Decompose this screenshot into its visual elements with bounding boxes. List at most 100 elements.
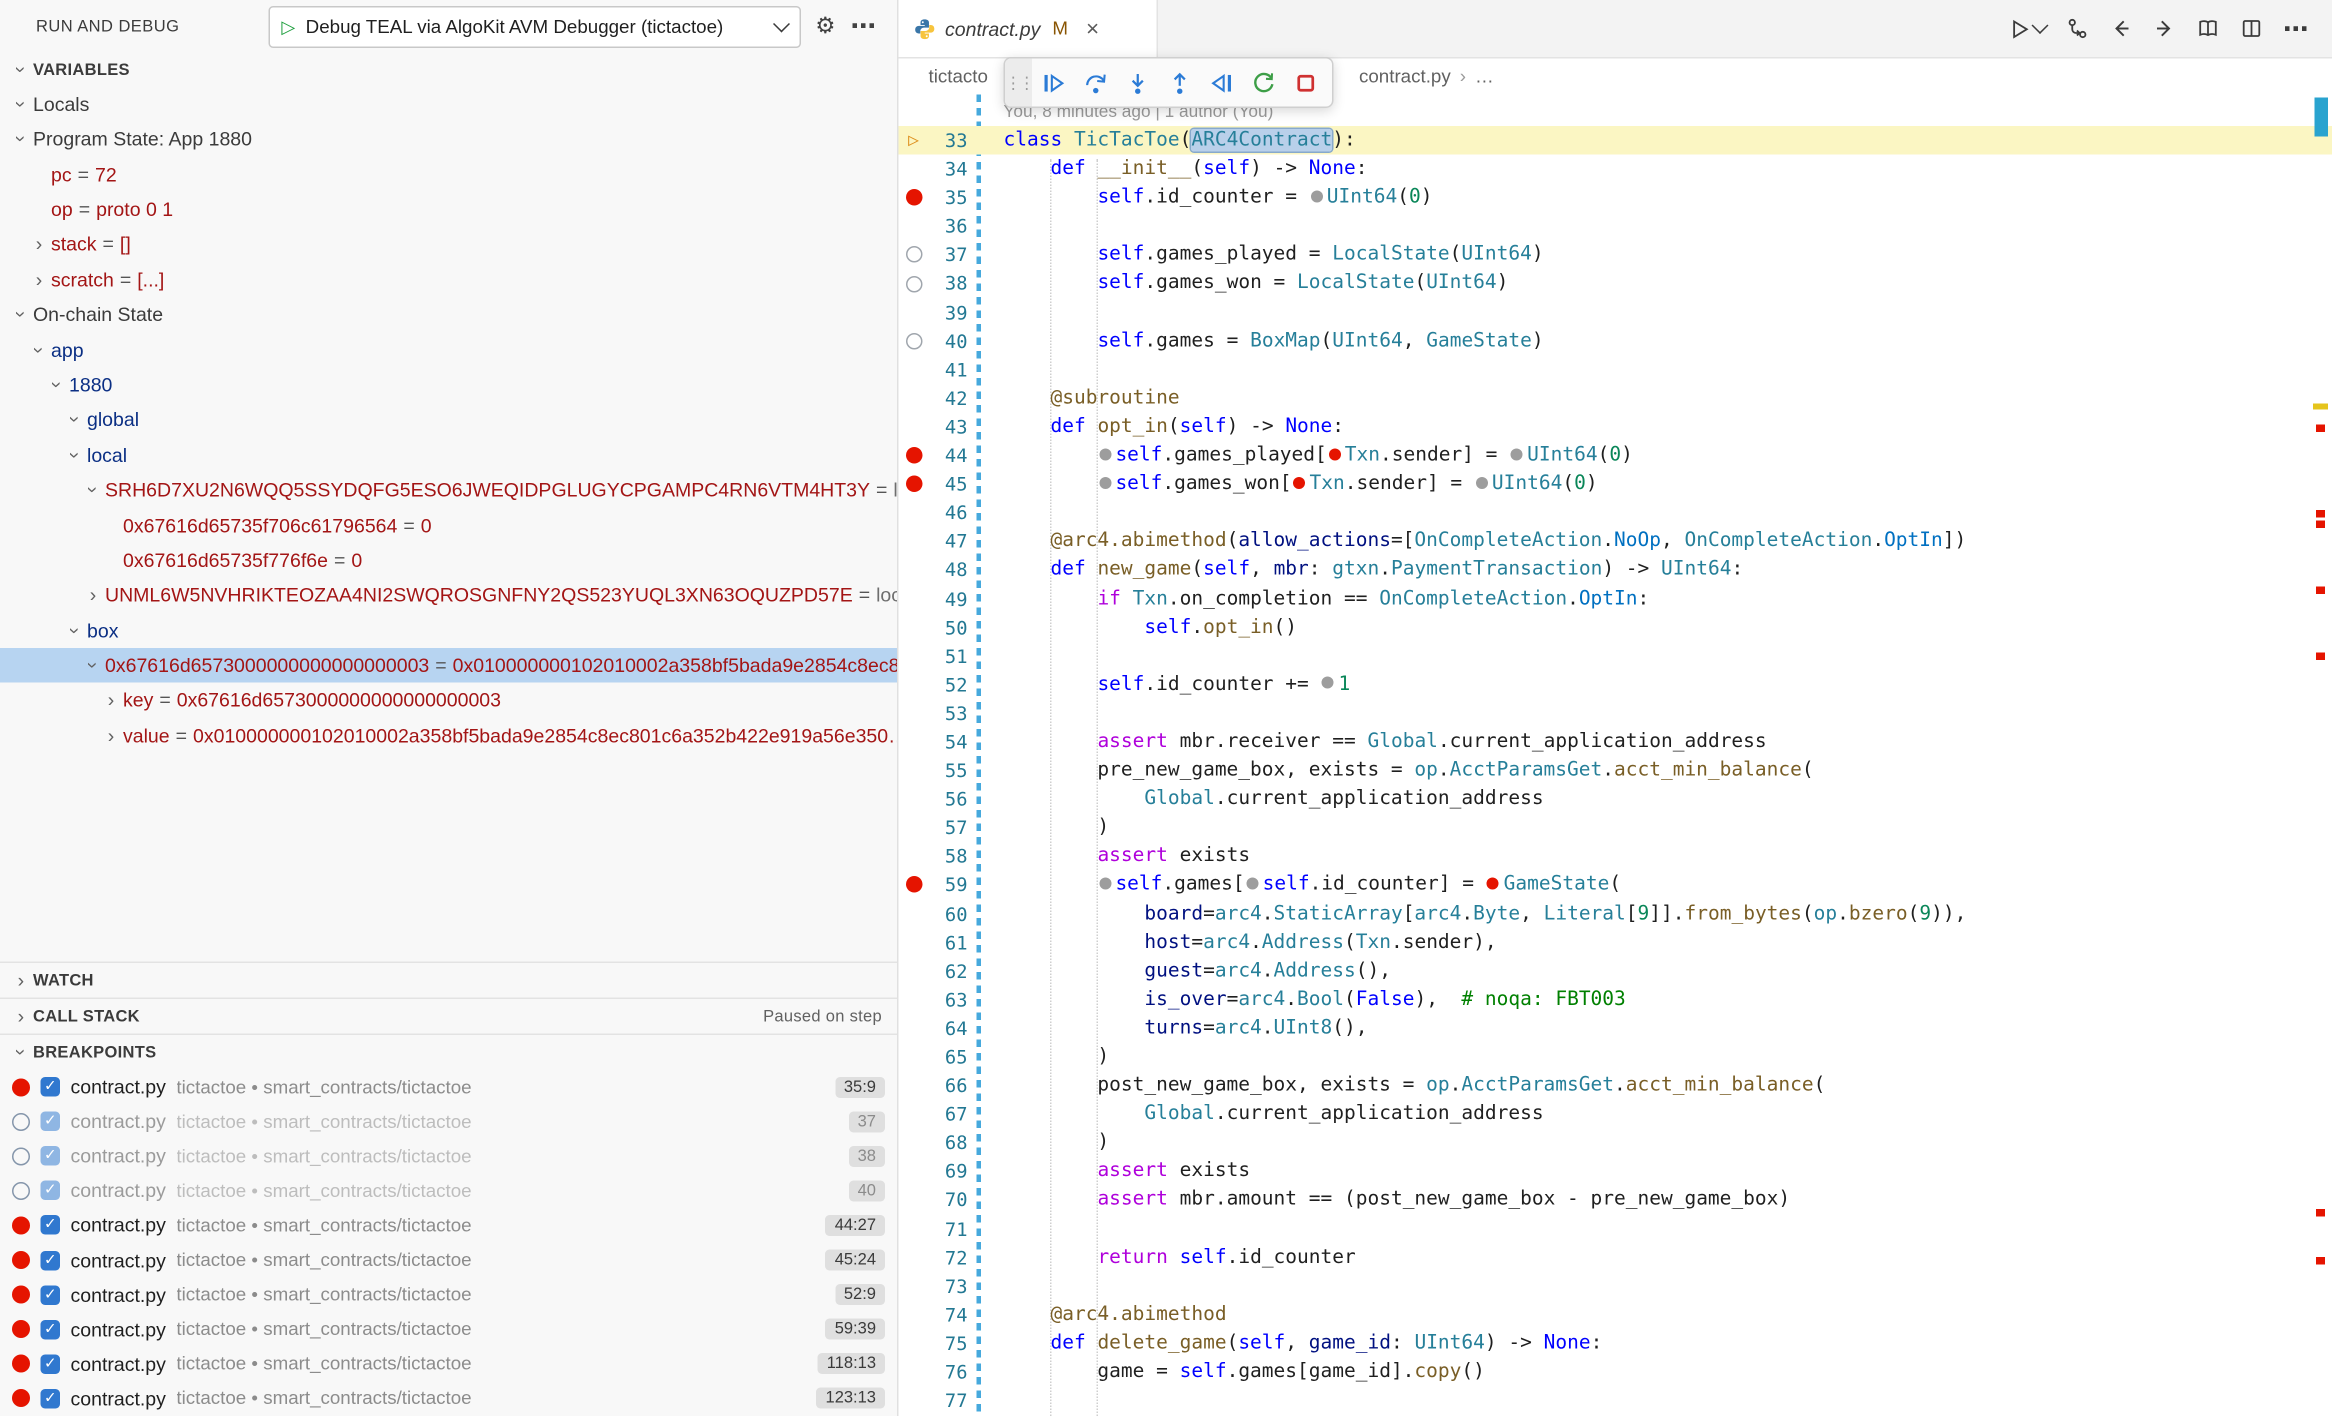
step-back-button[interactable] bbox=[1200, 62, 1242, 104]
start-debug-icon[interactable]: ▷ bbox=[281, 16, 295, 37]
code-line[interactable]: 68 ) bbox=[899, 1128, 2332, 1157]
tree-item[interactable]: ›app bbox=[0, 332, 897, 367]
breakpoint-gutter[interactable] bbox=[899, 699, 929, 728]
code-line[interactable]: 41 bbox=[899, 355, 2332, 384]
breakpoint-gutter[interactable] bbox=[899, 556, 929, 585]
breadcrumb-folder[interactable]: tictacto bbox=[929, 66, 988, 87]
breakpoint-gutter[interactable] bbox=[899, 326, 929, 355]
step-over-button[interactable] bbox=[1074, 62, 1116, 104]
breakpoint-gutter[interactable] bbox=[899, 527, 929, 556]
breakpoint-gutter[interactable] bbox=[899, 355, 929, 384]
tree-item[interactable]: ›Locals bbox=[0, 86, 897, 121]
inline-breakpoint-icon[interactable] bbox=[1322, 677, 1334, 689]
breakpoint-gutter[interactable] bbox=[899, 928, 929, 957]
code-line[interactable]: 56 Global.current_application_address bbox=[899, 785, 2332, 814]
restart-button[interactable] bbox=[1242, 62, 1284, 104]
breakpoint-row[interactable]: ✓contract.pytictactoe • smart_contracts/… bbox=[0, 1174, 897, 1209]
split-editor-icon[interactable] bbox=[2240, 17, 2264, 41]
overview-ruler[interactable] bbox=[2310, 95, 2332, 1416]
code-line[interactable]: 67 Global.current_application_address bbox=[899, 1100, 2332, 1129]
breakpoint-gutter[interactable] bbox=[899, 871, 929, 900]
code-line[interactable]: 77 bbox=[899, 1386, 2332, 1415]
breakpoint-checkbox[interactable]: ✓ bbox=[41, 1389, 61, 1409]
chevron-down-icon[interactable]: › bbox=[10, 127, 33, 151]
editor-more-actions-icon[interactable]: ⋯ bbox=[2283, 16, 2309, 42]
code-line[interactable]: 45 self.games_won[Txn.sender] = UInt64(0… bbox=[899, 470, 2332, 499]
breakpoint-checkbox[interactable]: ✓ bbox=[41, 1285, 61, 1305]
breakpoint-gutter[interactable] bbox=[899, 384, 929, 413]
chevron-down-icon[interactable]: › bbox=[46, 373, 69, 397]
breakpoint-gutter[interactable] bbox=[899, 183, 929, 212]
tree-item[interactable]: op=proto 0 1 bbox=[0, 192, 897, 227]
breakpoint-gutter[interactable] bbox=[899, 470, 929, 499]
tree-item[interactable]: ›local bbox=[0, 437, 897, 472]
inline-breakpoint-icon[interactable] bbox=[1293, 476, 1305, 488]
breakpoint-gutter[interactable] bbox=[899, 212, 929, 241]
inline-breakpoint-icon[interactable] bbox=[1099, 877, 1111, 889]
breakpoint-row[interactable]: ✓contract.pytictactoe • smart_contracts/… bbox=[0, 1277, 897, 1312]
breakpoint-gutter[interactable] bbox=[899, 642, 929, 671]
open-preview-icon[interactable] bbox=[2196, 17, 2220, 41]
breakpoint-gutter[interactable] bbox=[899, 785, 929, 814]
code-line[interactable]: 60 board=arc4.StaticArray[arc4.Byte, Lit… bbox=[899, 899, 2332, 928]
breakpoint-gutter[interactable] bbox=[899, 756, 929, 785]
breakpoint-row[interactable]: ✓contract.pytictactoe • smart_contracts/… bbox=[0, 1070, 897, 1105]
breakpoint-row[interactable]: ✓contract.pytictactoe • smart_contracts/… bbox=[0, 1243, 897, 1278]
breakpoint-gutter[interactable] bbox=[899, 1100, 929, 1129]
breakpoint-gutter[interactable] bbox=[899, 498, 929, 527]
run-dropdown-chevron-icon[interactable] bbox=[2032, 17, 2049, 34]
breakpoint-row[interactable]: ✓contract.pytictactoe • smart_contracts/… bbox=[0, 1312, 897, 1347]
code-line[interactable]: 63 is_over=arc4.Bool(False), # noqa: FBT… bbox=[899, 985, 2332, 1014]
code-line[interactable]: 65 ) bbox=[899, 1043, 2332, 1072]
code-line[interactable]: 39 bbox=[899, 298, 2332, 327]
inline-breakpoint-icon[interactable] bbox=[1246, 877, 1258, 889]
tree-item[interactable]: ›Program State: App 1880 bbox=[0, 122, 897, 157]
code-line[interactable]: 58 assert exists bbox=[899, 842, 2332, 871]
breakpoint-row[interactable]: ✓contract.pytictactoe • smart_contracts/… bbox=[0, 1104, 897, 1139]
toolbar-drag-handle[interactable]: ⋮⋮ bbox=[1005, 59, 1032, 107]
code-line[interactable]: 59 self.games[self.id_counter] = GameSta… bbox=[899, 871, 2332, 900]
code-line[interactable]: 48 def new_game(self, mbr: gtxn.PaymentT… bbox=[899, 556, 2332, 585]
code-line[interactable]: 57 ) bbox=[899, 813, 2332, 842]
tree-item[interactable]: ›SRH6D7XU2N6WQQ5SSYDQFG5ESO6JWEQIDPGLUGY… bbox=[0, 472, 897, 507]
tree-item[interactable]: ›value=0x010000000102010002a358bf5bada9e… bbox=[0, 718, 897, 753]
inline-breakpoint-icon[interactable] bbox=[1511, 448, 1523, 460]
tree-item[interactable]: ›box bbox=[0, 613, 897, 648]
breakpoint-gutter[interactable]: ▷ bbox=[899, 126, 929, 155]
breakpoint-gutter[interactable] bbox=[899, 899, 929, 928]
tree-item[interactable]: 0x67616d65735f776f6e=0 bbox=[0, 543, 897, 578]
breakpoint-gutter[interactable] bbox=[899, 1386, 929, 1415]
tree-item[interactable]: ›UNML6W5NVHRIKTEOZAA4NI2SWQROSGNFNY2QS52… bbox=[0, 578, 897, 613]
code-line[interactable]: 54 assert mbr.receiver == Global.current… bbox=[899, 727, 2332, 756]
code-line[interactable]: 55 pre_new_game_box, exists = op.AcctPar… bbox=[899, 756, 2332, 785]
chevron-down-icon[interactable]: › bbox=[64, 618, 87, 642]
variables-section-header[interactable]: › VARIABLES bbox=[0, 53, 897, 86]
chevron-down-icon[interactable]: › bbox=[28, 338, 51, 362]
tree-item[interactable]: 0x67616d65735f706c61796564=0 bbox=[0, 507, 897, 542]
breakpoint-checkbox[interactable]: ✓ bbox=[41, 1250, 61, 1270]
code-line[interactable]: 46 bbox=[899, 498, 2332, 527]
breakpoint-gutter[interactable] bbox=[899, 1214, 929, 1243]
close-tab-icon[interactable]: × bbox=[1086, 17, 1099, 40]
code-line[interactable]: 62 guest=arc4.Address(), bbox=[899, 957, 2332, 986]
tree-item[interactable]: ›key=0x67616d6573000000000000000003 bbox=[0, 683, 897, 718]
step-into-button[interactable] bbox=[1116, 62, 1158, 104]
inline-breakpoint-icon[interactable] bbox=[1487, 877, 1499, 889]
breakpoint-gutter[interactable] bbox=[899, 269, 929, 298]
step-out-button[interactable] bbox=[1158, 62, 1200, 104]
code-line[interactable]: 73 bbox=[899, 1272, 2332, 1301]
code-line[interactable]: 53 bbox=[899, 699, 2332, 728]
chevron-down-icon[interactable]: › bbox=[82, 653, 105, 677]
run-button[interactable] bbox=[2009, 17, 2047, 40]
breakpoint-gutter[interactable] bbox=[899, 842, 929, 871]
tree-item[interactable]: ›global bbox=[0, 402, 897, 437]
breadcrumb-symbol[interactable]: … bbox=[1475, 66, 1494, 87]
stop-button[interactable] bbox=[1284, 62, 1326, 104]
breakpoint-checkbox[interactable]: ✓ bbox=[41, 1146, 61, 1166]
breadcrumb-file[interactable]: contract.py bbox=[1359, 66, 1451, 87]
breakpoint-gutter[interactable] bbox=[899, 412, 929, 441]
breakpoint-gutter[interactable] bbox=[899, 1157, 929, 1186]
breakpoint-checkbox[interactable]: ✓ bbox=[41, 1216, 61, 1236]
inline-breakpoint-icon[interactable] bbox=[1310, 190, 1322, 202]
breakpoint-gutter[interactable] bbox=[899, 985, 929, 1014]
